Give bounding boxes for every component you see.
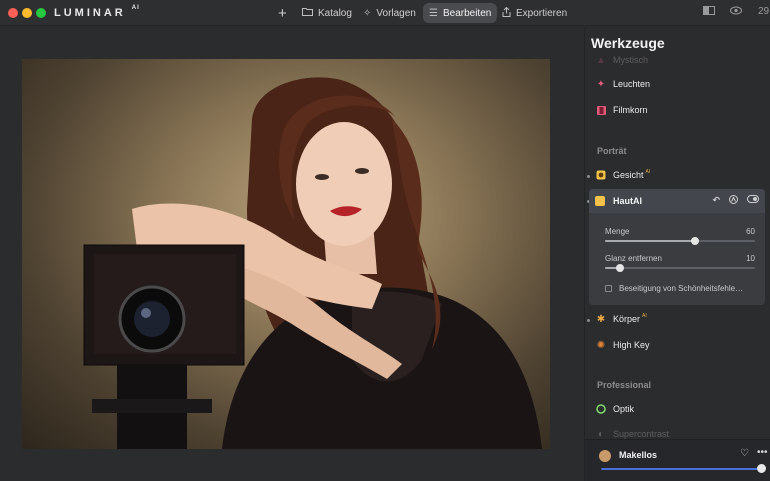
blemish-removal-option[interactable]: Beseitigung von Schönheitsfehle… [605,284,743,293]
tab-exportieren[interactable]: Exportieren [496,3,573,23]
tab-bearbeiten-label: Bearbeiten [442,7,492,19]
ai-badge: AI [633,196,642,206]
body-icon: ✱ [596,313,606,325]
close-window-button[interactable] [8,8,18,18]
zoom-level[interactable]: 29 [758,6,769,17]
plus-icon: + [278,4,287,22]
tool-label: Gesicht [613,170,644,180]
checkbox-label: Beseitigung von Schönheitsfehle… [619,284,744,293]
blemish-removal-checkbox[interactable] [605,285,612,292]
tab-exportieren-label: Exportieren [516,7,568,19]
haut-tool-card: Haut AI ↶ Menge 60 Glanz entfernen 10 Be… [589,189,765,305]
slider-value-menge: 60 [746,227,755,236]
more-options-icon[interactable]: ••• [757,447,768,458]
film-icon [593,105,609,115]
preset-amount-knob[interactable] [757,464,766,473]
tool-label: Leuchten [613,79,651,89]
tab-katalog[interactable]: Katalog [296,3,358,23]
slider-menge[interactable] [605,237,755,245]
preset-amount-slider[interactable] [601,468,761,470]
tool-leuchten[interactable]: ✦ Leuchten [585,75,770,93]
slider-knob[interactable] [616,264,624,272]
tool-label: High Key [613,340,650,350]
tab-vorlagen[interactable]: ✧ Vorlagen [357,3,422,23]
tool-gesicht[interactable]: Gesicht AI [585,166,770,184]
slider-value-glanz: 10 [746,254,755,263]
ai-badge: AI [642,313,647,319]
slider-fill [605,240,695,242]
preset-thumbnail-icon [599,450,611,462]
sliders-icon: ☰ [429,7,438,19]
share-icon [502,6,511,20]
visibility-toggle-icon[interactable] [747,195,759,206]
section-professional: Professional [597,380,652,390]
mystic-icon: ▲ [596,54,606,66]
preset-name: Makellos [619,450,658,460]
slider-label-glanz: Glanz entfernen [605,254,662,263]
preset-bar: Makellos ♡ ••• [585,439,770,481]
title-bar: LUMINAR AI + Katalog ✧ Vorlagen ☰ Bearbeit… [0,0,770,26]
tool-high-key[interactable]: ✺ High Key [585,336,770,354]
luminar-window: LUMINAR AI + Katalog ✧ Vorlagen ☰ Bearbeit… [0,0,770,481]
section-portrait: Porträt [597,146,627,156]
tool-label: Supercontrast [613,429,670,439]
tool-mystisch[interactable]: ▲ Mystisch [585,51,770,69]
lens-icon [593,404,609,414]
minimize-window-button[interactable] [22,8,32,18]
add-photos-button[interactable]: + [272,3,293,23]
slider-glanz[interactable] [605,264,755,272]
compare-icon[interactable] [703,6,715,18]
sparkle-icon: ✦ [596,78,606,90]
skin-icon [595,196,605,206]
folder-icon [302,7,313,19]
tool-label: Körper [613,314,641,324]
tools-panel: Werkzeuge ▲ Mystisch ✦ Leuchten Filmkorn… [584,27,770,481]
image-canvas[interactable] [0,27,577,481]
tool-label: Haut [613,196,633,206]
high-key-icon: ✺ [596,339,606,351]
slider-label-menge: Menge [605,227,630,236]
slider-knob[interactable] [691,237,699,245]
panel-title: Werkzeuge [591,35,665,51]
undo-icon[interactable]: ↶ [712,195,720,206]
eye-icon[interactable] [730,6,742,18]
sparkle-icon: ✧ [363,7,372,19]
zoom-window-button[interactable] [36,8,46,18]
heart-icon[interactable]: ♡ [740,448,749,459]
tool-label: Mystisch [613,55,649,65]
tool-label: Optik [613,404,635,414]
tool-label: Filmkorn [613,105,648,115]
tab-vorlagen-label: Vorlagen [376,7,416,19]
tab-bearbeiten[interactable]: ☰ Bearbeiten [423,3,498,23]
app-logo: LUMINAR AI [54,5,140,19]
tool-filmkorn[interactable]: Filmkorn [585,101,770,119]
tab-katalog-label: Katalog [318,7,352,19]
tool-optik[interactable]: Optik [585,400,770,418]
contrast-icon: ◐ [597,428,605,440]
face-icon [593,170,609,180]
tool-koerper[interactable]: ✱ Körper AI [585,310,770,328]
mask-icon[interactable] [729,195,738,206]
portrait-photo[interactable] [22,59,550,449]
ai-badge: AI [645,169,651,175]
haut-tool-header[interactable]: Haut AI ↶ [589,189,765,213]
